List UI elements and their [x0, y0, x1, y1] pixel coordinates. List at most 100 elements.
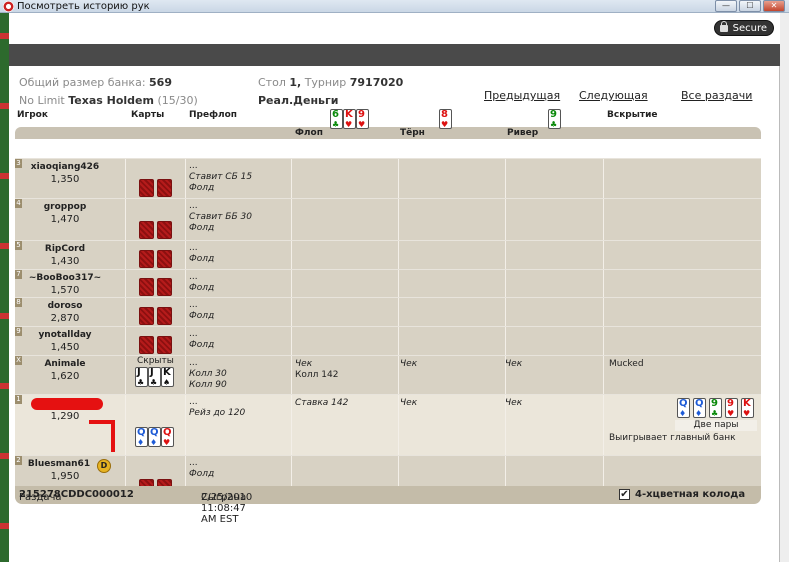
all-hands-link[interactable]: Все раздачи — [681, 89, 752, 102]
money-type: Реал.Деньги — [258, 94, 339, 107]
face-down-card — [157, 179, 172, 197]
card-rank: K — [743, 398, 751, 409]
preflop-action: ... — [189, 358, 198, 368]
table-cell-divider — [505, 270, 506, 297]
player-row: 7 ~BooBoo317~ 1,570... Фолд — [15, 269, 761, 297]
content-area: Secure Общий размер банка: 569 No Limit … — [9, 13, 780, 562]
table-cell-divider — [603, 356, 604, 394]
game-name: Texas Holdem — [68, 94, 154, 107]
player-card: J ♣ — [135, 367, 148, 387]
table-cell-divider — [398, 395, 399, 455]
table-label: Стол — [258, 76, 286, 89]
preflop-action: Колл 30 — [189, 369, 227, 379]
best-hand-card: K ♥ — [741, 398, 754, 418]
player-name: Animale — [44, 359, 86, 369]
flop-card: 6 ♣ — [330, 109, 343, 129]
table-cell-divider — [185, 327, 186, 355]
preflop-action: ... — [189, 300, 198, 310]
table-cell-divider — [398, 270, 399, 297]
table-cell-divider — [291, 199, 292, 240]
prev-hand-link[interactable]: Предыдущая — [484, 89, 560, 102]
maximize-button[interactable]: ☐ — [739, 0, 761, 12]
table-cell-divider — [505, 159, 506, 198]
next-hand-link[interactable]: Следующая — [579, 89, 648, 102]
table-cell-divider — [291, 327, 292, 355]
turn-action: Чек — [400, 359, 418, 369]
flop-card: K ♥ — [343, 109, 356, 129]
player-name: xiaoqiang426 — [30, 162, 100, 172]
card-suit: ♣ — [711, 409, 719, 418]
best-hand-card: Q ♦ — [693, 398, 706, 418]
game-seats: (15/30) — [157, 94, 198, 107]
card-rank: 9 — [727, 398, 734, 409]
preflop-action: Фолд — [189, 283, 215, 293]
player-card: J ♣ — [148, 367, 161, 387]
card-suit: ♥ — [163, 438, 171, 447]
face-down-card — [157, 278, 172, 296]
table-cell-divider — [603, 395, 604, 455]
card-suit: ♦ — [150, 438, 158, 447]
player-card: Q ♥ — [161, 427, 174, 447]
preflop-action: ... — [189, 397, 198, 407]
player-stack: 1,430 — [50, 256, 80, 267]
minimize-button[interactable]: — — [715, 0, 737, 12]
card-rank: Q — [679, 398, 688, 409]
face-down-card — [157, 307, 172, 325]
lock-icon — [719, 21, 728, 32]
top-bar: Secure — [9, 13, 780, 44]
table-cell-divider — [185, 395, 186, 455]
dealer-button: D — [97, 459, 111, 473]
preflop-action: Фолд — [189, 183, 215, 193]
table-cell-divider — [185, 241, 186, 269]
player-row: 5 RipCord 1,430... Фолд — [15, 240, 761, 269]
player-stack: 1,570 — [50, 285, 80, 296]
preflop-action: Колл 90 — [189, 380, 227, 390]
preflop-action: Ставит ББ 30 — [189, 212, 252, 222]
table-cell-divider — [398, 356, 399, 394]
table-cell-divider — [125, 395, 126, 455]
card-rank: Q — [163, 427, 172, 438]
player-name: ynotallday — [38, 330, 92, 340]
player-stack: 1,470 — [50, 214, 80, 225]
card-rank: Q — [150, 427, 159, 438]
table-cell-divider — [185, 298, 186, 326]
river-action: Чек — [505, 359, 523, 369]
table-value: 1, — [289, 76, 302, 89]
table-cell-divider — [398, 199, 399, 240]
game-line: No Limit Texas Holdem (15/30) — [19, 94, 198, 107]
header-preflop: Префлоп — [189, 110, 238, 120]
four-color-deck-checkbox[interactable]: ✔ — [619, 489, 630, 500]
tournament-label: Турнир — [304, 76, 347, 89]
best-hand-card: 9 ♣ — [709, 398, 722, 418]
player-name: doroso — [47, 301, 83, 311]
card-suit: ♦ — [679, 409, 687, 418]
table-cell-divider — [125, 327, 126, 355]
window-title: Посмотреть историю рук — [17, 1, 150, 12]
table-cell-divider — [291, 356, 292, 394]
card-suit: ♦ — [137, 438, 145, 447]
card-rank: K — [345, 109, 353, 120]
scrollbar[interactable] — [780, 13, 789, 562]
flop-action: Чек — [295, 359, 313, 369]
close-button[interactable]: ✕ — [763, 0, 785, 12]
card-suit: ♣ — [332, 120, 340, 129]
preflop-action: Фолд — [189, 469, 215, 479]
redaction-scribble — [89, 420, 115, 452]
table-cell-divider — [291, 395, 292, 455]
table-cell-divider — [291, 241, 292, 269]
table-cell-divider — [603, 327, 604, 355]
header-showdown: Вскрытие — [607, 110, 658, 120]
preflop-action: ... — [189, 458, 198, 468]
preflop-action: Фолд — [189, 254, 215, 264]
table-cell-divider — [603, 199, 604, 240]
player-row: 9 ynotallday 1,450... Фолд — [15, 326, 761, 355]
player-row: X Animale 1,620... Колл 30 Колл 90 Чек Колл 14… — [15, 355, 761, 394]
card-suit: ♥ — [441, 120, 449, 129]
turn-label: Тёрн — [400, 128, 425, 138]
table-cell-divider — [185, 356, 186, 394]
card-suit: ♥ — [743, 409, 751, 418]
preflop-action: ... — [189, 243, 198, 253]
pot-label: Общий размер банка: — [19, 76, 146, 89]
preflop-action: ... — [189, 161, 198, 171]
table-cell-divider — [603, 298, 604, 326]
